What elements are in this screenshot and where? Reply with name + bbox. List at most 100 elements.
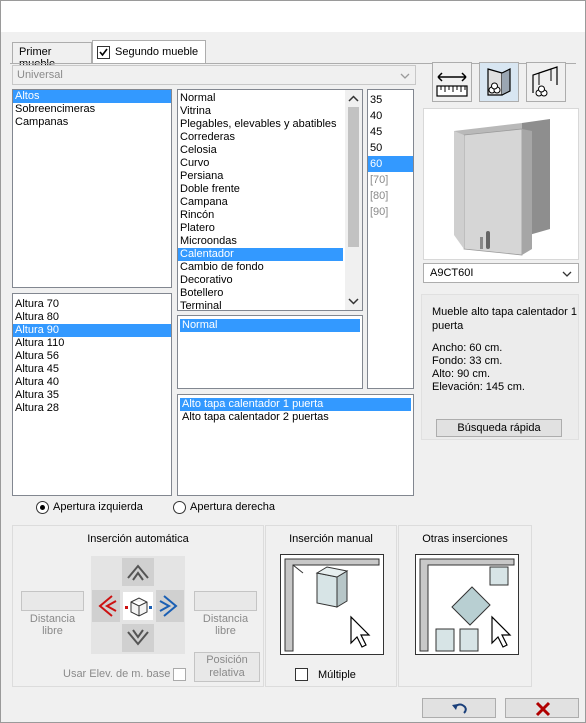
list-item[interactable]: [70] xyxy=(368,172,413,188)
manual-insertion-group: Inserción manual Múltiple xyxy=(265,525,397,687)
list-item[interactable]: Altura 45 xyxy=(13,363,171,376)
list-item[interactable]: Altura 70 xyxy=(13,298,171,311)
close-button[interactable] xyxy=(505,698,579,718)
elevation-info: Elevación: 145 cm. xyxy=(432,381,525,393)
list-item[interactable]: Altura 28 xyxy=(13,402,171,415)
description-panel: Mueble alto tapa calentador 1 puerta Anc… xyxy=(421,294,579,440)
list-item[interactable]: Persiana xyxy=(178,170,362,183)
scroll-thumb[interactable] xyxy=(348,107,359,247)
list-item[interactable]: Vitrina xyxy=(178,105,362,118)
list-item[interactable]: Microondas xyxy=(178,235,362,248)
list-item[interactable]: Altura 110 xyxy=(13,337,171,350)
list-item[interactable]: Decorativo xyxy=(178,274,362,287)
list-item[interactable]: Normal xyxy=(178,92,362,105)
list-item[interactable]: 45 xyxy=(368,124,413,140)
model-code-combo[interactable]: A9CT60I xyxy=(423,263,579,283)
undo-button[interactable] xyxy=(422,698,496,718)
arrow-down-icon xyxy=(127,629,149,646)
arrow-left-icon xyxy=(98,595,117,617)
scroll-down-icon[interactable] xyxy=(345,294,362,308)
list-item[interactable]: Correderas xyxy=(178,131,362,144)
cube-icon xyxy=(125,597,152,617)
type-list[interactable]: Normal Vitrina Plegables, elevables y ab… xyxy=(177,89,363,311)
list-item[interactable]: Altura 35 xyxy=(13,389,171,402)
list-item[interactable]: Doble frente xyxy=(178,183,362,196)
subtype-list[interactable]: Normal xyxy=(177,315,363,389)
relative-position-button[interactable]: Posición relativa xyxy=(194,652,260,682)
tab-primer-mueble[interactable]: Primer mueble xyxy=(12,42,92,70)
list-item[interactable]: Botellero xyxy=(178,287,362,300)
list-item[interactable]: Calentador xyxy=(178,248,343,261)
list-item[interactable]: Altura 90 xyxy=(13,324,171,337)
list-item[interactable]: Normal xyxy=(180,319,360,332)
list-item[interactable]: 40 xyxy=(368,108,413,124)
list-item[interactable]: Altos xyxy=(13,90,171,103)
opening-right-label: Apertura derecha xyxy=(190,501,275,513)
direction-pad[interactable] xyxy=(91,556,185,654)
width-list[interactable]: 35 40 45 50 60 [70] [80] [90] xyxy=(367,89,414,389)
list-item[interactable]: Sobreencimeras xyxy=(13,103,171,116)
model-code-value: A9CT60I xyxy=(430,267,474,279)
model-list[interactable]: Alto tapa calentador 1 puerta Alto tapa … xyxy=(177,394,414,496)
list-item[interactable]: 35 xyxy=(368,92,413,108)
checkmark-icon xyxy=(99,48,108,57)
manual-insertion-title: Inserción manual xyxy=(289,533,373,545)
list-item[interactable]: 60 xyxy=(368,156,413,172)
manual-insertion-button[interactable] xyxy=(280,554,384,655)
other-insertions-title: Otras inserciones xyxy=(422,533,508,545)
tab-segundo-mueble[interactable]: Segundo mueble xyxy=(92,40,206,64)
measure-button[interactable] xyxy=(432,62,472,102)
arrow-up-icon xyxy=(127,564,149,581)
list-item[interactable]: Alto tapa calentador 2 puertas xyxy=(180,411,411,424)
title-bar xyxy=(1,1,585,32)
list-item[interactable]: Celosia xyxy=(178,144,362,157)
tab-checkbox[interactable] xyxy=(97,46,110,59)
materials-door-button[interactable] xyxy=(479,62,519,102)
catalog-combo[interactable]: Universal xyxy=(12,65,416,85)
auto-insertion-title: Inserción automática xyxy=(87,533,189,545)
type-list-scrollbar[interactable] xyxy=(345,90,362,310)
list-item[interactable]: Terminal xyxy=(178,300,362,310)
materials-wall-button[interactable] xyxy=(526,62,566,102)
width-info: Ancho: 60 cm. xyxy=(432,342,503,354)
move-left-button[interactable] xyxy=(92,590,120,622)
center-cube xyxy=(123,592,153,620)
list-item[interactable]: 50 xyxy=(368,140,413,156)
close-icon xyxy=(535,701,551,717)
height-list[interactable]: Altura 70 Altura 80 Altura 90 Altura 110… xyxy=(12,293,172,496)
move-down-button[interactable] xyxy=(122,624,154,652)
tab-label: Segundo mueble xyxy=(115,46,199,58)
distance-left-input[interactable] xyxy=(21,591,84,611)
list-item[interactable]: Platero xyxy=(178,222,362,235)
move-right-button[interactable] xyxy=(156,590,184,622)
manual-insert-icon xyxy=(284,558,380,652)
list-item[interactable]: Altura 56 xyxy=(13,350,171,363)
list-item[interactable]: [80] xyxy=(368,188,413,204)
height-info: Alto: 90 cm. xyxy=(432,368,491,380)
list-item[interactable]: Plegables, elevables y abatibles xyxy=(178,118,362,131)
opening-left-label: Apertura izquierda xyxy=(53,501,143,513)
list-item[interactable]: Altura 80 xyxy=(13,311,171,324)
scroll-up-icon[interactable] xyxy=(345,92,362,106)
list-item[interactable]: Rincón xyxy=(178,209,362,222)
distance-right-label: Distancia libre xyxy=(202,613,249,637)
use-elevation-checkbox[interactable] xyxy=(173,668,186,681)
list-item[interactable]: Campana xyxy=(178,196,362,209)
list-item[interactable]: Curvo xyxy=(178,157,362,170)
other-insertions-button[interactable] xyxy=(415,554,519,655)
multiple-checkbox[interactable] xyxy=(295,668,308,681)
arrow-right-icon xyxy=(159,595,178,617)
list-item[interactable]: Campanas xyxy=(13,116,171,129)
quick-search-button[interactable]: Búsqueda rápida xyxy=(436,419,562,437)
category-list[interactable]: Altos Sobreencimeras Campanas xyxy=(12,89,172,288)
opening-right-radio[interactable] xyxy=(173,501,186,514)
list-item[interactable]: Cambio de fondo xyxy=(178,261,362,274)
distance-right-input[interactable] xyxy=(194,591,257,611)
multiple-label: Múltiple xyxy=(318,669,356,681)
list-item[interactable]: Alto tapa calentador 1 puerta xyxy=(180,398,411,411)
chevron-down-icon xyxy=(400,73,410,79)
list-item[interactable]: [90] xyxy=(368,204,413,220)
list-item[interactable]: Altura 40 xyxy=(13,376,171,389)
opening-left-radio[interactable] xyxy=(36,501,49,514)
move-up-button[interactable] xyxy=(122,558,154,586)
